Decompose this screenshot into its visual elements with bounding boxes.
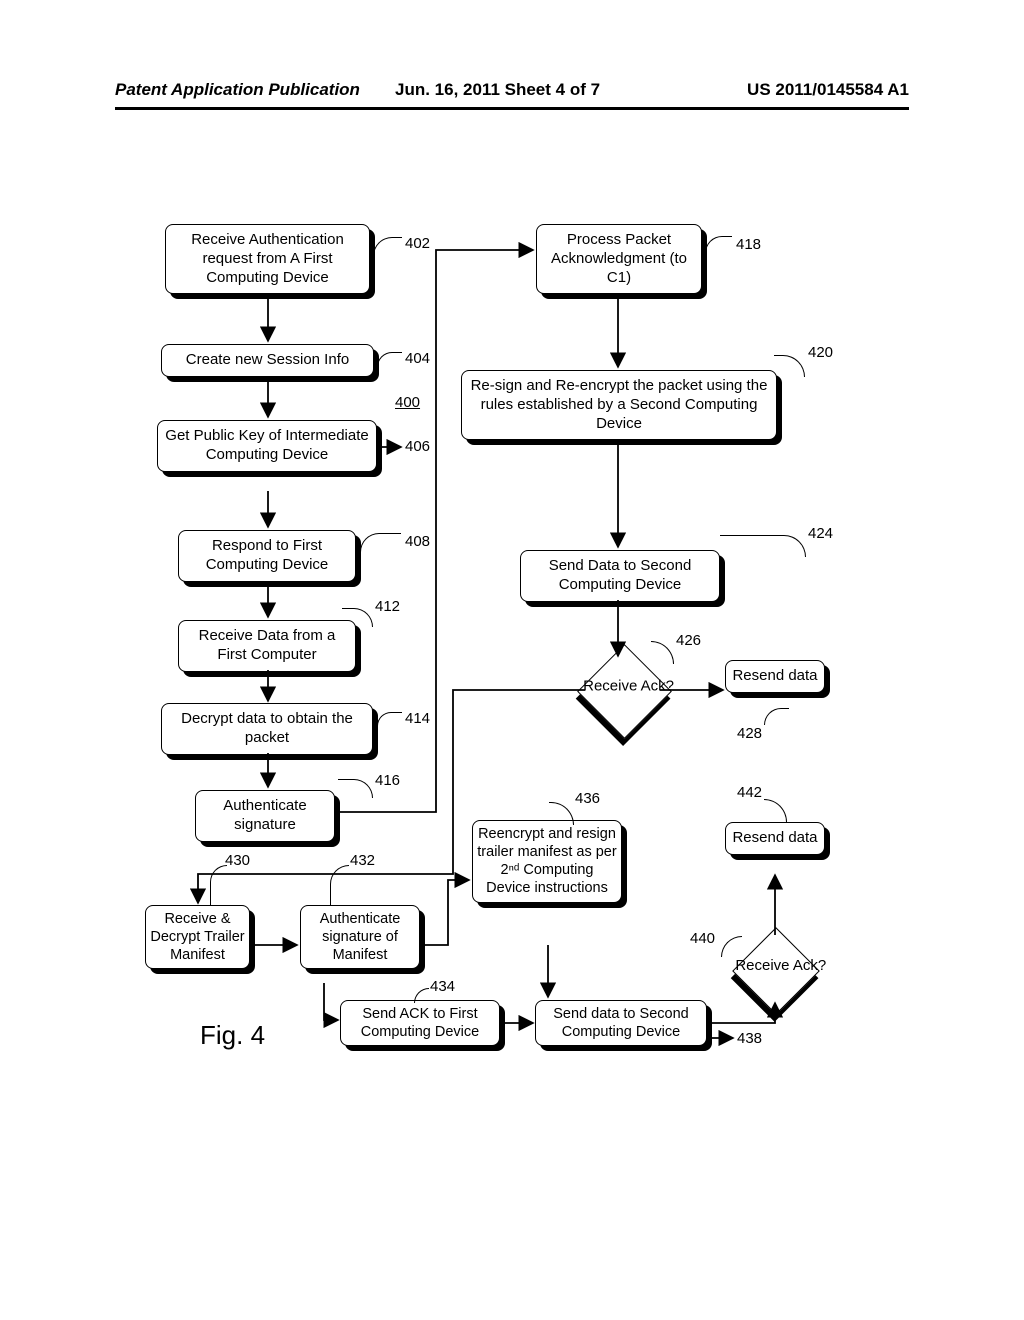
step-text: Authenticate signature of Manifest bbox=[320, 911, 401, 963]
refnum-428: 428 bbox=[737, 725, 762, 742]
leader-430 bbox=[210, 865, 227, 906]
leader-424 bbox=[720, 535, 806, 557]
step-authenticate-sig: Authenticate signature bbox=[195, 790, 335, 842]
header-sheet: Jun. 16, 2011 Sheet 4 of 7 bbox=[395, 80, 689, 100]
page-root: Patent Application Publication Jun. 16, … bbox=[0, 0, 1024, 1320]
figure-label: Fig. 4 bbox=[200, 1020, 265, 1051]
step-text: Respond to First Computing Device bbox=[206, 537, 329, 573]
header-publication: Patent Application Publication bbox=[115, 80, 385, 100]
step-text: Receive Data from a First Computer bbox=[199, 627, 336, 663]
refnum-404: 404 bbox=[405, 350, 430, 367]
step-resend-1: Resend data bbox=[725, 660, 825, 693]
refnum-434: 434 bbox=[430, 978, 455, 995]
step-receive-decrypt-trailer: Receive & Decrypt Trailer Manifest bbox=[145, 905, 250, 969]
leader-440 bbox=[721, 936, 742, 957]
step-receive-auth-request: Receive Authentication request from A Fi… bbox=[165, 224, 370, 294]
step-send-second: Send Data to Second Computing Device bbox=[520, 550, 720, 602]
step-text: Get Public Key of Intermediate Computing… bbox=[165, 427, 368, 463]
decision-receive-ack-2: Receive Ack? bbox=[732, 927, 820, 1015]
step-decrypt-packet: Decrypt data to obtain the packet bbox=[161, 703, 373, 755]
step-text: Resend data bbox=[732, 667, 817, 684]
step-respond-first: Respond to First Computing Device bbox=[178, 530, 356, 582]
refnum-426: 426 bbox=[676, 632, 701, 649]
step-receive-data: Receive Data from a First Computer bbox=[178, 620, 356, 672]
step-reencrypt-trailer: Reencrypt and resign trailer manifest as… bbox=[472, 820, 622, 903]
step-text: Send data to Second Computing Device bbox=[553, 1006, 688, 1040]
refnum-418: 418 bbox=[736, 236, 761, 253]
step-text: Send ACK to First Computing Device bbox=[361, 1006, 479, 1040]
leader-408 bbox=[360, 533, 401, 552]
step-text: Re-sign and Re-encrypt the packet using … bbox=[471, 377, 768, 432]
step-resign-reencrypt: Re-sign and Re-encrypt the packet using … bbox=[461, 370, 777, 440]
refnum-440: 440 bbox=[690, 930, 715, 947]
step-send-second-2: Send data to Second Computing Device bbox=[535, 1000, 707, 1046]
step-text: Decrypt data to obtain the packet bbox=[181, 710, 353, 746]
refnum-420: 420 bbox=[808, 344, 833, 361]
leader-402 bbox=[373, 237, 402, 256]
step-auth-manifest: Authenticate signature of Manifest bbox=[300, 905, 420, 969]
refnum-438: 438 bbox=[737, 1030, 762, 1047]
step-send-ack-first: Send ACK to First Computing Device bbox=[340, 1000, 500, 1046]
figure-title-ref: 400 bbox=[395, 394, 420, 411]
refnum-442: 442 bbox=[737, 784, 762, 801]
refnum-416: 416 bbox=[375, 772, 400, 789]
header-rule bbox=[115, 107, 909, 110]
leader-404 bbox=[377, 352, 402, 367]
refnum-424: 424 bbox=[808, 525, 833, 542]
step-text: Authenticate signature bbox=[223, 797, 306, 833]
step-get-public-key: Get Public Key of Intermediate Computing… bbox=[157, 420, 377, 472]
leader-416 bbox=[338, 779, 373, 798]
leader-420 bbox=[774, 355, 805, 377]
leader-414 bbox=[377, 712, 402, 726]
leader-418 bbox=[705, 236, 732, 253]
page-header: Patent Application Publication Jun. 16, … bbox=[115, 80, 909, 100]
decision-text: Receive Ack? bbox=[721, 958, 841, 975]
refnum-408: 408 bbox=[405, 533, 430, 550]
refnum-402: 402 bbox=[405, 235, 430, 252]
leader-442 bbox=[764, 799, 787, 822]
step-process-ack: Process Packet Acknowledgment (to C1) bbox=[536, 224, 702, 294]
step-text: Resend data bbox=[732, 829, 817, 846]
step-text: Process Packet Acknowledgment (to C1) bbox=[551, 231, 687, 286]
refnum-430: 430 bbox=[225, 852, 250, 869]
step-text: Receive Authentication request from A Fi… bbox=[191, 231, 344, 286]
refnum-436: 436 bbox=[575, 790, 600, 807]
refnum-432: 432 bbox=[350, 852, 375, 869]
leader-428 bbox=[764, 708, 789, 725]
header-pubnum: US 2011/0145584 A1 bbox=[689, 80, 909, 100]
refnum-412: 412 bbox=[375, 598, 400, 615]
refnum-414: 414 bbox=[405, 710, 430, 727]
step-text: Receive & Decrypt Trailer Manifest bbox=[150, 911, 244, 963]
refnum-406: 406 bbox=[405, 438, 430, 455]
step-text: Send Data to Second Computing Device bbox=[549, 557, 692, 593]
leader-426 bbox=[651, 641, 674, 664]
step-create-session: Create new Session Info bbox=[161, 344, 374, 377]
leader-432 bbox=[330, 865, 349, 906]
decision-receive-ack-1: Receive Ack? bbox=[577, 644, 672, 739]
step-resend-2: Resend data bbox=[725, 822, 825, 855]
decision-text: Receive Ack? bbox=[569, 678, 689, 695]
step-text: Reencrypt and resign trailer manifest as… bbox=[477, 826, 616, 896]
step-text: Create new Session Info bbox=[186, 351, 349, 368]
flow-arrows-svg bbox=[0, 0, 1024, 1320]
